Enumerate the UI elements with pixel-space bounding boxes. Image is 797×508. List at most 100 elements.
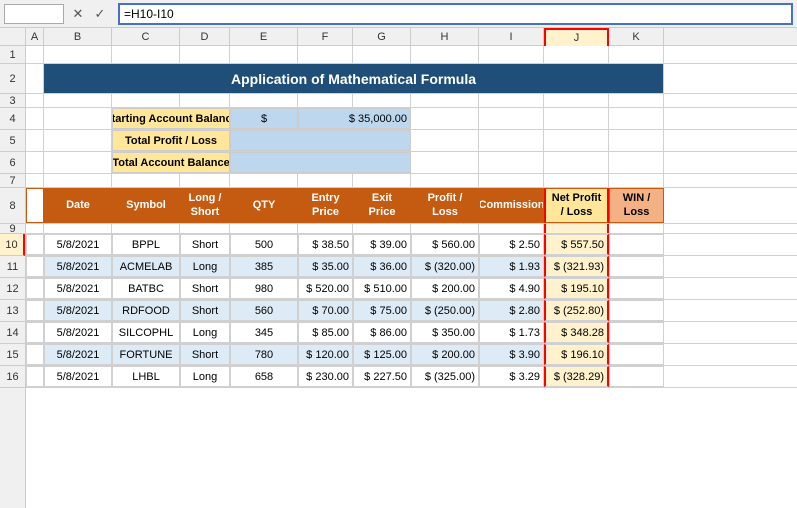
data-cell-row14-col7: $ 350.00 bbox=[411, 322, 479, 343]
row-num-3[interactable]: 3 bbox=[0, 94, 25, 108]
total-profit-loss-label: Total Profit / Loss bbox=[112, 130, 230, 151]
data-cell-row13-col9: $ (252.80) bbox=[544, 300, 609, 321]
data-cell-row11-col9: $ (321.93) bbox=[544, 256, 609, 277]
row-num-15[interactable]: 15 bbox=[0, 344, 25, 366]
row-1 bbox=[26, 46, 797, 64]
header-cell-9: Net Profit / Loss bbox=[544, 188, 609, 223]
data-cell-row13-col6: $ 75.00 bbox=[353, 300, 411, 321]
col-header-B[interactable]: B bbox=[44, 28, 112, 46]
col-header-G[interactable]: G bbox=[353, 28, 411, 46]
data-cell-row16-col0 bbox=[26, 366, 44, 387]
row-num-16[interactable]: 16 bbox=[0, 366, 25, 388]
data-row-11: 5/8/2021ACMELABLong385$ 35.00$ 36.00$ (3… bbox=[26, 256, 797, 278]
data-cell-row10-col9: $ 557.50 bbox=[544, 234, 609, 255]
header-cell-5: Entry Price bbox=[298, 188, 353, 223]
data-row-10: 5/8/2021BPPLShort500$ 38.50$ 39.00$ 560.… bbox=[26, 234, 797, 256]
header-cell-0 bbox=[26, 188, 44, 223]
cancel-icon[interactable]: ✕ bbox=[68, 4, 88, 24]
data-cell-row16-col4: 658 bbox=[230, 366, 298, 387]
row-3 bbox=[26, 94, 797, 108]
data-cell-row10-col5: $ 38.50 bbox=[298, 234, 353, 255]
row-9 bbox=[26, 224, 797, 234]
data-cell-row10-col6: $ 39.00 bbox=[353, 234, 411, 255]
data-row-12: 5/8/2021BATBCShort980$ 520.00$ 510.00$ 2… bbox=[26, 278, 797, 300]
data-cell-row16-col10 bbox=[609, 366, 664, 387]
column-headers: ABCDEFGHIJK bbox=[0, 28, 797, 46]
data-cell-row13-col5: $ 70.00 bbox=[298, 300, 353, 321]
formula-input[interactable] bbox=[118, 3, 793, 25]
data-cell-row11-col0 bbox=[26, 256, 44, 277]
col-header-I[interactable]: I bbox=[479, 28, 544, 46]
col-header-F[interactable]: F bbox=[298, 28, 353, 46]
row-num-5[interactable]: 5 bbox=[0, 130, 25, 152]
data-row-14: 5/8/2021SILCOPHLLong345$ 85.00$ 86.00$ 3… bbox=[26, 322, 797, 344]
header-cell-10: WIN / Loss bbox=[609, 188, 664, 223]
data-cell-row13-col8: $ 2.80 bbox=[479, 300, 544, 321]
confirm-icon[interactable]: ✓ bbox=[90, 4, 110, 24]
row-num-14[interactable]: 14 bbox=[0, 322, 25, 344]
col-header-A[interactable]: A bbox=[26, 28, 44, 46]
row-num-9[interactable]: 9 bbox=[0, 224, 25, 234]
data-cell-row11-col1: 5/8/2021 bbox=[44, 256, 112, 277]
row-num-2[interactable]: 2 bbox=[0, 64, 25, 94]
data-cell-row14-col2: SILCOPHL bbox=[112, 322, 180, 343]
data-cell-row10-col2: BPPL bbox=[112, 234, 180, 255]
formula-bar: ✕ ✓ bbox=[0, 0, 797, 28]
data-cell-row12-col4: 980 bbox=[230, 278, 298, 299]
data-cell-row13-col0 bbox=[26, 300, 44, 321]
row-num-13[interactable]: 13 bbox=[0, 300, 25, 322]
data-cell-row15-col1: 5/8/2021 bbox=[44, 344, 112, 365]
data-cell-row11-col5: $ 35.00 bbox=[298, 256, 353, 277]
data-cell-row12-col5: $ 520.00 bbox=[298, 278, 353, 299]
col-header-H[interactable]: H bbox=[411, 28, 479, 46]
header-cell-8: Commission bbox=[479, 188, 544, 223]
data-cell-row14-col0 bbox=[26, 322, 44, 343]
row-num-4[interactable]: 4 bbox=[0, 108, 25, 130]
col-header-D[interactable]: D bbox=[180, 28, 230, 46]
col-header-J[interactable]: J bbox=[544, 28, 609, 46]
data-cell-row15-col3: Short bbox=[180, 344, 230, 365]
data-cell-row11-col6: $ 36.00 bbox=[353, 256, 411, 277]
data-cell-row13-col3: Short bbox=[180, 300, 230, 321]
data-cell-row16-col5: $ 230.00 bbox=[298, 366, 353, 387]
row-num-1[interactable]: 1 bbox=[0, 46, 25, 64]
header-cell-7: Profit / Loss bbox=[411, 188, 479, 223]
data-cell-row10-col1: 5/8/2021 bbox=[44, 234, 112, 255]
col-header-C[interactable]: C bbox=[112, 28, 180, 46]
col-header-E[interactable]: E bbox=[230, 28, 298, 46]
row-4-balance: Starting Account Balance$$ 35,000.00 bbox=[26, 108, 797, 130]
data-cell-row16-col7: $ (325.00) bbox=[411, 366, 479, 387]
data-cell-row11-col7: $ (320.00) bbox=[411, 256, 479, 277]
data-cell-row16-col6: $ 227.50 bbox=[353, 366, 411, 387]
row-num-12[interactable]: 12 bbox=[0, 278, 25, 300]
starting-balance-value: $ 35,000.00 bbox=[298, 108, 411, 129]
data-cell-row13-col1: 5/8/2021 bbox=[44, 300, 112, 321]
row-num-10[interactable]: 10 bbox=[0, 234, 25, 256]
data-cell-row15-col5: $ 120.00 bbox=[298, 344, 353, 365]
data-cell-row13-col7: $ (250.00) bbox=[411, 300, 479, 321]
row-numbers: 12345678910111213141516 bbox=[0, 46, 26, 508]
data-cell-row12-col8: $ 4.90 bbox=[479, 278, 544, 299]
data-cell-row11-col4: 385 bbox=[230, 256, 298, 277]
data-cell-row14-col5: $ 85.00 bbox=[298, 322, 353, 343]
cell-reference-box[interactable] bbox=[4, 4, 64, 24]
data-cell-row15-col2: FORTUNE bbox=[112, 344, 180, 365]
data-cell-row16-col3: Long bbox=[180, 366, 230, 387]
starting-balance-label: Starting Account Balance bbox=[112, 108, 230, 129]
data-cell-row13-col2: RDFOOD bbox=[112, 300, 180, 321]
data-row-13: 5/8/2021RDFOODShort560$ 70.00$ 75.00$ (2… bbox=[26, 300, 797, 322]
data-cell-row15-col9: $ 196.10 bbox=[544, 344, 609, 365]
data-cell-row11-col2: ACMELAB bbox=[112, 256, 180, 277]
row-num-7[interactable]: 7 bbox=[0, 174, 25, 188]
row-num-11[interactable]: 11 bbox=[0, 256, 25, 278]
data-cell-row11-col3: Long bbox=[180, 256, 230, 277]
row-num-8[interactable]: 8 bbox=[0, 188, 25, 224]
row-6-account-balance: Total Account Balance bbox=[26, 152, 797, 174]
data-cell-row10-col8: $ 2.50 bbox=[479, 234, 544, 255]
header-cell-4: QTY bbox=[230, 188, 298, 223]
col-header-K[interactable]: K bbox=[609, 28, 664, 46]
data-cell-row12-col9: $ 195.10 bbox=[544, 278, 609, 299]
data-cell-row12-col0 bbox=[26, 278, 44, 299]
formula-icons: ✕ ✓ bbox=[68, 4, 114, 24]
row-num-6[interactable]: 6 bbox=[0, 152, 25, 174]
